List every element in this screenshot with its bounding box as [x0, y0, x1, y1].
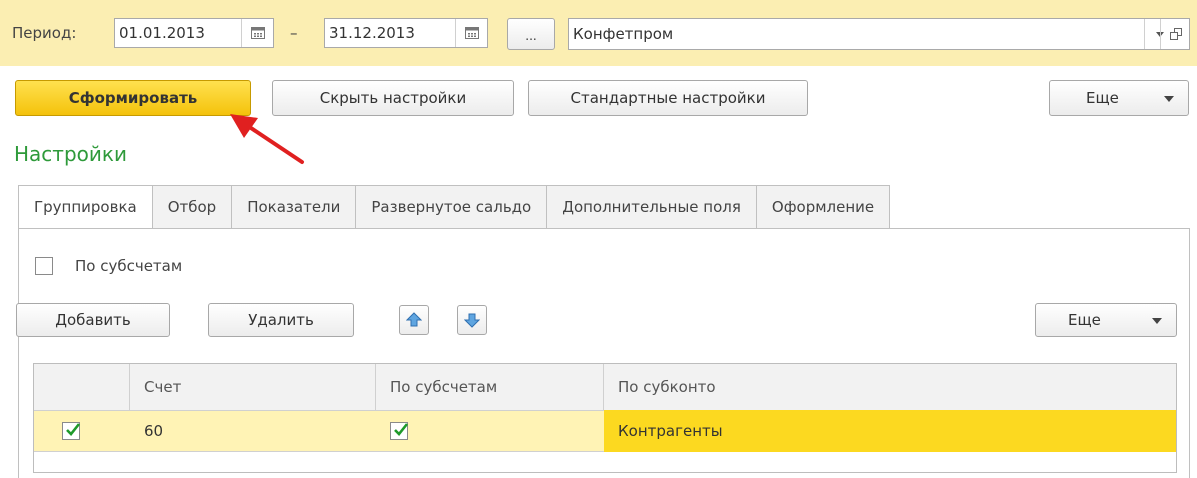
row-checkbox[interactable] — [62, 422, 81, 440]
column-header-check — [34, 364, 130, 410]
panel-more-label: Еще — [1068, 311, 1101, 329]
date-from-calendar-button[interactable] — [241, 19, 273, 47]
organization-field[interactable]: Конфетпром — [568, 18, 1190, 50]
grouping-table: Счет По субсчетам По субконто 60 Контраг… — [33, 363, 1177, 473]
calendar-icon — [464, 27, 479, 39]
tab-label: Группировка — [34, 198, 137, 216]
period-bar: Период: 01.01.2013 – 31.12.2013 ... Конф… — [0, 0, 1197, 66]
date-to-calendar-button[interactable] — [455, 19, 487, 47]
column-header-account: Счет — [130, 364, 376, 410]
organization-open-button[interactable] — [1160, 19, 1190, 49]
chevron-down-icon — [1152, 318, 1162, 324]
settings-tabs: Группировка Отбор Показатели Развернутое… — [18, 185, 891, 229]
settings-title: Настройки — [14, 142, 127, 166]
hide-settings-label: Скрыть настройки — [319, 89, 467, 107]
by-subaccounts-checkbox[interactable] — [35, 257, 53, 275]
tab-additional-fields[interactable]: Дополнительные поля — [547, 185, 757, 229]
checkmark-icon — [394, 423, 409, 436]
row-by-subaccounts-cell[interactable] — [376, 410, 604, 452]
toolbar-more-label: Еще — [1086, 89, 1119, 107]
toolbar-more-button[interactable]: Еще — [1049, 80, 1189, 116]
standard-settings-label: Стандартные настройки — [570, 89, 766, 107]
move-up-button[interactable] — [399, 305, 429, 335]
column-header-by-subaccounts: По субсчетам — [376, 364, 604, 410]
checkmark-icon — [66, 423, 81, 436]
tab-label: Отбор — [167, 198, 217, 216]
date-from-value: 01.01.2013 — [119, 24, 205, 42]
tab-label: Показатели — [247, 198, 341, 216]
tab-filter[interactable]: Отбор — [152, 185, 233, 229]
row-check-cell[interactable] — [34, 410, 130, 452]
delete-button[interactable]: Удалить — [208, 303, 354, 337]
tab-indicators[interactable]: Показатели — [232, 185, 357, 229]
period-select-label: ... — [525, 29, 537, 43]
tab-label: Оформление — [771, 198, 875, 216]
date-to-value: 31.12.2013 — [329, 24, 415, 42]
period-dash: – — [290, 24, 298, 42]
row-account-cell[interactable]: 60 — [130, 410, 376, 452]
panel-more-button[interactable]: Еще — [1035, 303, 1177, 337]
generate-button[interactable]: Сформировать — [15, 80, 251, 116]
standard-settings-button[interactable]: Стандартные настройки — [528, 80, 808, 116]
calendar-icon — [250, 27, 265, 39]
date-from-field[interactable]: 01.01.2013 — [114, 18, 274, 48]
move-down-button[interactable] — [457, 305, 487, 335]
row-by-subconto-cell[interactable]: Контрагенты — [604, 410, 1176, 452]
add-button[interactable]: Добавить — [16, 303, 170, 337]
open-window-icon — [1169, 28, 1182, 40]
date-to-field[interactable]: 31.12.2013 — [324, 18, 488, 48]
tab-label: Развернутое сальдо — [371, 198, 532, 216]
period-label: Период: — [12, 24, 77, 42]
add-label: Добавить — [55, 311, 131, 329]
arrow-down-icon — [464, 313, 480, 328]
tab-appearance[interactable]: Оформление — [756, 185, 891, 229]
tab-panel: По субсчетам Добавить Удалить Еще Счет П… — [16, 228, 1190, 478]
period-select-button[interactable]: ... — [507, 18, 555, 50]
annotation-arrow-icon — [230, 114, 304, 164]
tab-label: Дополнительные поля — [562, 198, 741, 216]
delete-label: Удалить — [248, 311, 314, 329]
arrow-up-icon — [406, 312, 422, 327]
column-header-by-subconto: По субконто — [604, 364, 1176, 410]
row-by-subaccounts-checkbox[interactable] — [390, 422, 409, 440]
tab-grouping[interactable]: Группировка — [18, 185, 153, 229]
by-subaccounts-label: По субсчетам — [75, 257, 183, 275]
chevron-down-icon — [1164, 96, 1174, 102]
generate-label: Сформировать — [68, 89, 198, 107]
organization-value: Конфетпром — [573, 25, 674, 43]
tab-detailed-balance[interactable]: Развернутое сальдо — [356, 185, 548, 229]
